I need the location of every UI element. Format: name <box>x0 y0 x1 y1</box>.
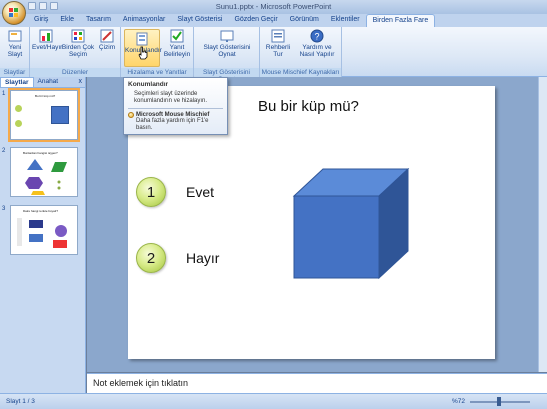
group-help: Rehberli Tur ? Yardım ve Nasıl Yapılır M… <box>260 27 342 77</box>
thumbnail: Bu bir küp mü? <box>8 88 80 142</box>
group-label-slides: Slaytlar <box>0 68 29 77</box>
multiple-choice-button[interactable]: Birden Çok Seçim <box>61 29 95 58</box>
new-slide-icon <box>8 29 22 43</box>
zoom-slider-handle[interactable] <box>497 397 501 406</box>
yes-no-label: Evet/Hayır <box>32 44 63 51</box>
tooltip-description: Seçimleri slayt üzerinde konumlandırın v… <box>134 91 208 104</box>
guided-tour-label: Rehberli Tur <box>265 44 291 58</box>
cube-shape[interactable] <box>288 168 413 283</box>
pane-tabs: Slaytlar Anahat x <box>0 77 85 88</box>
group-controls: Evet/Hayır Birden Çok Seçim Çizim Düzenl… <box>30 27 121 77</box>
thumbnail: Bunlardan hangisi üçgen? <box>10 147 78 197</box>
answer-option-1[interactable]: 1 Evet <box>136 177 214 207</box>
guided-tour-button[interactable]: Rehberli Tur <box>263 29 293 58</box>
answer-label: Hayır <box>186 250 220 266</box>
slide-number: 2 <box>2 148 6 154</box>
drawing-icon <box>100 29 114 43</box>
tab-home[interactable]: Giriş <box>28 14 54 27</box>
tooltip-divider <box>128 108 223 109</box>
group-label-show: Slayt Gösterisini Oynat <box>194 68 259 83</box>
slide-thumbnail-1[interactable]: 1 Bu bir küp mü? <box>2 88 80 142</box>
answer-number-badge: 2 <box>136 243 166 273</box>
correct-answer-label: Yanıt Belirleyin <box>163 44 191 58</box>
thumbnail: Daire hangi renkte boyalı? <box>10 205 78 255</box>
mouse-mischief-icon <box>128 112 134 118</box>
slide-thumbnail-2[interactable]: 2 Bunlardan hangisi üçgen? <box>2 147 78 197</box>
tab-animations[interactable]: Animasyonlar <box>117 14 171 27</box>
tab-addins[interactable]: Eklentiler <box>325 14 366 27</box>
tooltip-title: Konumlandır <box>128 81 169 88</box>
play-slideshow-button[interactable]: Slayt Gösterisini Oynat <box>199 29 255 58</box>
tab-design[interactable]: Tasarım <box>80 14 117 27</box>
group-label-help: Mouse Mischief Kaynakları <box>260 68 341 77</box>
thumbnail-title: Bu bir küp mü? <box>35 94 56 98</box>
multiple-choice-label: Birden Çok Seçim <box>61 44 95 58</box>
correct-answer-button[interactable]: Yanıt Belirleyin <box>161 29 193 58</box>
tooltip-help-description: Daha fazla yardım için F1'e basın. <box>136 118 209 131</box>
shapes-icon <box>25 159 67 195</box>
ribbon-tooltip: Konumlandır Seçimleri slayt üzerinde kon… <box>123 77 228 135</box>
tab-review[interactable]: Gözden Geçir <box>228 14 283 27</box>
drawing-label: Çizim <box>98 44 116 51</box>
tab-insert[interactable]: Ekle <box>54 14 80 27</box>
guided-tour-icon <box>271 29 285 43</box>
notes-placeholder: Not eklemek için tıklatın <box>93 378 189 388</box>
group-label-arrange: Hizalama ve Yanıtlar <box>121 68 193 77</box>
cube-icon <box>51 106 69 124</box>
vertical-scrollbar[interactable] <box>538 77 547 372</box>
answer-label: Evet <box>186 184 215 200</box>
window-title: Sunu1.pptx - Microsoft PowerPoint <box>215 2 332 11</box>
answer-number-badge: 1 <box>136 177 166 207</box>
help-how-to-label: Yardım ve Nasıl Yapılır <box>299 44 335 58</box>
office-logo-icon <box>9 8 18 17</box>
slide-title[interactable]: Bu bir küp mü? <box>258 98 359 115</box>
position-icon <box>135 32 149 46</box>
tab-view[interactable]: Görünüm <box>284 14 325 27</box>
slides-pane: Slaytlar Anahat x 1 Bu bir küp mü? 2 Bun… <box>0 77 86 393</box>
group-arrange: Konumlandır Yanıt Belirleyin Hizalama ve… <box>121 27 194 77</box>
group-slides: Yeni Slayt Slaytlar <box>0 27 30 77</box>
office-button[interactable] <box>2 1 26 25</box>
answer-circle-icon <box>15 105 22 112</box>
status-bar: Slayt 1 / 3 %72 <box>0 393 547 409</box>
answer-option-2[interactable]: 2 Hayır <box>136 243 219 273</box>
ribbon-tabs: Giriş Ekle Tasarım Animasyonlar Slayt Gö… <box>0 14 547 27</box>
slide-thumbnail-3[interactable]: 3 Daire hangi renkte boyalı? <box>2 205 78 255</box>
slide-counter: Slayt 1 / 3 <box>6 398 35 405</box>
multiple-choice-icon <box>71 29 85 43</box>
yes-no-icon <box>39 29 53 43</box>
svg-text:?: ? <box>314 32 319 42</box>
quick-access-toolbar <box>28 2 58 10</box>
answer-circle-icon <box>15 120 22 127</box>
tab-multiple-mouse[interactable]: Birden Fazla Fare <box>365 14 436 27</box>
help-how-to-button[interactable]: ? Yardım ve Nasıl Yapılır <box>296 29 338 58</box>
thumbnail-title: Bunlardan hangisi üçgen? <box>23 151 58 155</box>
tab-outline[interactable]: Anahat <box>34 77 63 87</box>
drawing-button[interactable]: Çizim <box>96 29 118 51</box>
group-show: Slayt Gösterisini Oynat Slayt Gösterisin… <box>194 27 260 83</box>
help-icon: ? <box>310 29 324 43</box>
close-icon[interactable]: x <box>76 77 86 87</box>
zoom-level[interactable]: %72 <box>452 398 465 405</box>
new-slide-button[interactable]: Yeni Slayt <box>3 29 27 58</box>
tab-slides[interactable]: Slaytlar <box>0 77 34 87</box>
play-slideshow-label: Slayt Gösterisini Oynat <box>203 44 251 58</box>
ribbon: Yeni Slayt Slaytlar Evet/Hayır Birden Ço… <box>0 27 547 83</box>
thumbnail-title: Daire hangi renkte boyalı? <box>23 209 59 213</box>
group-label-controls: Düzenler <box>30 68 120 77</box>
slide-number: 1 <box>2 91 6 97</box>
color-shapes-icon <box>17 218 67 248</box>
title-bar: Sunu1.pptx - Microsoft PowerPoint <box>0 0 547 14</box>
notes-pane[interactable]: Not eklemek için tıklatın <box>87 373 547 393</box>
undo-icon[interactable] <box>39 2 47 10</box>
slideshow-icon <box>220 29 234 43</box>
yes-no-button[interactable]: Evet/Hayır <box>32 29 63 51</box>
new-slide-label: Yeni Slayt <box>7 44 23 58</box>
hand-cursor-icon <box>138 46 148 60</box>
save-icon[interactable] <box>28 2 36 10</box>
checkmark-icon <box>170 29 184 43</box>
redo-icon[interactable] <box>50 2 58 10</box>
slide-number: 3 <box>2 206 6 212</box>
tab-slideshow[interactable]: Slayt Gösterisi <box>171 14 228 27</box>
